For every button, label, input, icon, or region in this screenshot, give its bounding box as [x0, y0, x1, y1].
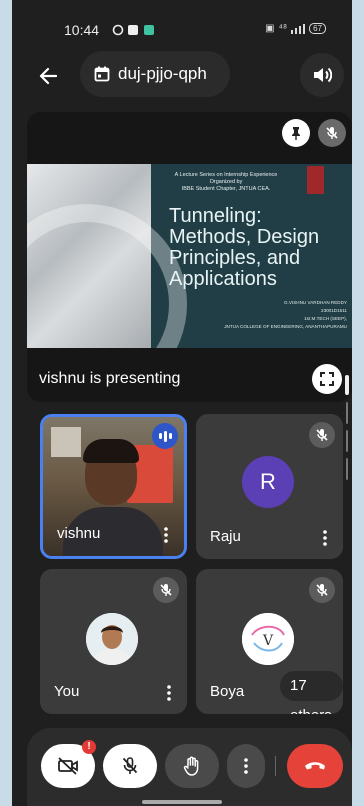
slide-decoration	[27, 164, 187, 348]
presentation-tile[interactable]: A Lecture Series on Internship Experienc…	[27, 112, 352, 402]
slide-title: Tunneling: Methods, Design Principles, a…	[169, 205, 320, 290]
shared-slide: A Lecture Series on Internship Experienc…	[27, 164, 352, 348]
participant-more-button[interactable]	[159, 682, 179, 704]
participant-more-button[interactable]	[315, 527, 335, 549]
participant-name: Boya	[210, 683, 245, 700]
fullscreen-button[interactable]	[312, 364, 342, 394]
battery-icon: 67	[309, 23, 326, 34]
avatar: R	[242, 456, 294, 508]
meeting-info-button[interactable]: duj-pjjo-qph	[80, 51, 230, 97]
mic-off-icon	[153, 577, 179, 603]
scroll-track	[346, 402, 348, 424]
meeting-title: duj-pjjo-qph	[118, 64, 207, 83]
volume-icon	[314, 67, 332, 83]
slide-author: G.VISHNU VARDHAN REDDY 23001D1511 1st M.…	[224, 300, 347, 329]
mic-toggle-button[interactable]	[103, 744, 157, 788]
participant-more-button[interactable]	[156, 524, 176, 546]
participant-name: Raju	[210, 528, 241, 545]
more-vert-icon	[323, 530, 327, 546]
status-time: 10:44	[64, 22, 100, 38]
end-call-button[interactable]	[287, 744, 343, 788]
participant-name: You	[54, 683, 80, 700]
meet-screen: 10:44 ▣ ⁴⁸ 67 duj-pjjo-qph A Lecture Ser…	[12, 0, 352, 806]
slide-header: A Lecture Series on Internship Experienc…	[174, 172, 278, 192]
avatar	[86, 613, 138, 665]
presenting-label: vishnu is presenting	[39, 370, 181, 387]
mic-off-icon	[318, 119, 346, 147]
hand-icon	[183, 756, 199, 776]
home-indicator	[142, 800, 222, 804]
slide-accent	[307, 166, 324, 194]
scroll-track	[346, 430, 348, 452]
status-indicators: ▣ ⁴⁸ 67	[265, 23, 326, 34]
phone-hangup-icon	[305, 762, 325, 770]
raise-hand-button[interactable]	[165, 744, 219, 788]
network-icon: ▣	[265, 23, 275, 34]
pin-icon	[292, 127, 300, 140]
speaking-indicator-icon	[152, 423, 178, 449]
avatar: V	[242, 613, 294, 665]
participant-tile-raju[interactable]: R Raju	[196, 414, 343, 559]
others-count-badge[interactable]: 17 others	[280, 671, 343, 714]
fullscreen-icon	[320, 372, 334, 386]
participant-name: vishnu	[57, 525, 101, 542]
participant-tile-others[interactable]: V Boya 17 others	[196, 569, 343, 714]
notification-icon	[112, 24, 158, 39]
call-controls: !	[27, 728, 352, 806]
more-vert-icon	[167, 685, 171, 701]
divider	[275, 756, 276, 776]
mic-off-icon	[309, 577, 335, 603]
signal-icon	[291, 23, 306, 34]
video-off-icon	[58, 757, 78, 775]
mic-off-icon	[122, 757, 138, 774]
signal-label: ⁴⁸	[278, 23, 288, 34]
mic-off-icon	[309, 422, 335, 448]
pin-button[interactable]	[282, 119, 310, 147]
participant-tile-vishnu[interactable]: vishnu	[40, 414, 187, 559]
participant-tile-you[interactable]: You	[40, 569, 187, 714]
speaker-button[interactable]	[300, 53, 344, 97]
calendar-icon	[94, 66, 110, 82]
more-options-button[interactable]	[227, 744, 265, 788]
arrow-left-icon	[39, 67, 57, 85]
back-button[interactable]	[30, 58, 66, 94]
more-vert-icon	[244, 758, 248, 774]
scroll-track	[346, 458, 348, 480]
avatar-letter: V	[262, 633, 274, 649]
scrollbar[interactable]	[345, 375, 349, 395]
alert-badge: !	[82, 740, 96, 754]
more-vert-icon	[164, 527, 168, 543]
